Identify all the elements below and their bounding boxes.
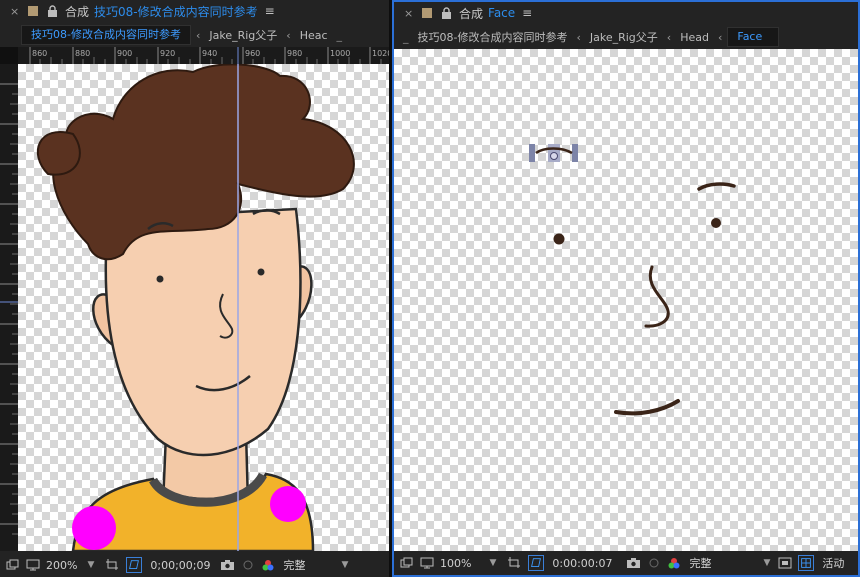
chevron-left-icon: ‹ <box>576 30 581 44</box>
resolution-dropdown[interactable]: 完整 ▼ <box>689 555 770 571</box>
chevron-left-icon: ‹ <box>286 28 291 42</box>
vertical-ruler[interactable] <box>0 64 18 551</box>
breadcrumb: _ 技巧08-修改合成内容同时参考 ‹ Jake_Rig父子 ‹ Head ‹ … <box>394 25 858 49</box>
ruler-label: 960 <box>245 49 260 58</box>
face-artwork <box>529 144 736 416</box>
composition-name-tab[interactable]: Face <box>488 6 515 20</box>
chevron-left-icon: ‹ <box>666 30 672 44</box>
camera-icon[interactable] <box>626 557 641 569</box>
chevron-left-icon: ‹ <box>195 28 201 42</box>
label-color-swatch[interactable] <box>28 6 38 16</box>
camera-icon[interactable] <box>220 559 235 571</box>
timecode[interactable]: 0:00:00:07 <box>552 557 612 570</box>
composition-viewer[interactable] <box>18 64 389 551</box>
ruler-label: 900 <box>117 49 132 58</box>
ruler-label: 980 <box>287 49 302 58</box>
chevron-down-icon: ▼ <box>341 560 349 570</box>
chevron-down-icon: ▼ <box>87 560 95 570</box>
close-icon[interactable]: × <box>404 7 416 20</box>
panel-title-bar: × 合成 技巧08-修改合成内容同时参考 ≡ <box>0 0 389 22</box>
panel-title-bar: × 合成 Face ≡ <box>394 2 858 24</box>
show-snapshot-icon[interactable] <box>647 557 661 569</box>
composition-panel-left: × 合成 技巧08-修改合成内容同时参考 ≡ 技巧08-修改合成内容同时参考 ‹… <box>0 0 389 577</box>
magenta-marker[interactable] <box>270 486 306 522</box>
color-channels-icon[interactable] <box>667 557 681 570</box>
timecode[interactable]: 0;00;00;09 <box>150 559 210 572</box>
resolution-value: 完整 <box>689 557 712 570</box>
breadcrumb: 技巧08-修改合成内容同时参考 ‹ Jake_Rig父子 ‹ Heac _ <box>0 23 389 47</box>
lock-icon[interactable] <box>47 5 58 17</box>
viewer-toolbar: 200% ▼ 0;00;00;09 完整 ▼ <box>0 553 389 577</box>
panel-type-label: 合成 <box>65 4 90 19</box>
region-of-interest-icon[interactable] <box>104 558 120 572</box>
chevron-down-icon: ▼ <box>489 558 497 568</box>
ruler-label: 940 <box>202 49 217 58</box>
transparency-grid-icon[interactable] <box>126 557 143 573</box>
breadcrumb-item[interactable]: Jake_Rig父子 <box>586 29 662 45</box>
lock-icon[interactable] <box>441 7 452 19</box>
zoom-dropdown[interactable]: 100% ▼ <box>440 557 496 570</box>
ruler-label: 1000 <box>330 49 350 58</box>
fast-preview-icon[interactable] <box>778 557 792 569</box>
overflow-icon[interactable]: _ <box>394 31 414 44</box>
zoom-value: 200% <box>46 558 78 572</box>
ruler-corner[interactable] <box>0 47 18 64</box>
panel-menu-icon[interactable]: ≡ <box>522 6 532 20</box>
color-channels-icon[interactable] <box>261 559 275 572</box>
magenta-marker[interactable] <box>72 506 116 550</box>
chevron-down-icon: ▼ <box>763 558 771 568</box>
breadcrumb-item[interactable]: Face <box>727 27 780 47</box>
breadcrumb-item[interactable]: Head <box>676 31 713 44</box>
chevron-left-icon: ‹ <box>717 30 723 44</box>
resolution-value: 完整 <box>283 559 306 572</box>
show-snapshot-icon[interactable] <box>241 559 255 571</box>
horizontal-ruler[interactable]: 860 880 900 920 940 960 980 1000 1020 <box>18 47 389 64</box>
transparency-grid-icon[interactable] <box>528 555 545 571</box>
region-of-interest-icon[interactable] <box>506 556 522 570</box>
breadcrumb-item[interactable]: 技巧08-修改合成内容同时参考 <box>414 29 572 45</box>
composition-viewer[interactable] <box>394 49 858 553</box>
ruler-label: 860 <box>32 49 47 58</box>
anchor-point-handle[interactable] <box>529 144 578 162</box>
breadcrumb-item[interactable]: Jake_Rig父子 <box>205 27 281 43</box>
ruler-label: 880 <box>75 49 90 58</box>
layers-icon[interactable] <box>400 557 414 569</box>
viewer-toolbar: 100% ▼ 0:00:00:07 完整 ▼ 活动 <box>394 551 858 575</box>
layers-icon[interactable] <box>6 559 20 571</box>
close-icon[interactable]: × <box>10 5 22 18</box>
resolution-dropdown[interactable]: 完整 ▼ <box>283 557 348 573</box>
monitor-icon[interactable] <box>26 559 40 571</box>
composition-panel-right: × 合成 Face ≡ _ 技巧08-修改合成内容同时参考 ‹ Jake_Rig… <box>392 0 860 577</box>
composition-name-tab[interactable]: 技巧08-修改合成内容同时参考 <box>94 3 258 20</box>
panel-type-label: 合成 <box>459 6 484 21</box>
character-artwork <box>36 64 355 551</box>
monitor-icon[interactable] <box>420 557 434 569</box>
grid-overlay-icon[interactable] <box>798 555 815 571</box>
active-camera-dropdown[interactable]: 活动 <box>822 555 844 571</box>
label-color-swatch[interactable] <box>422 8 432 18</box>
ruler-label: 920 <box>160 49 175 58</box>
zoom-dropdown[interactable]: 200% ▼ <box>46 559 94 572</box>
breadcrumb-item[interactable]: Heac <box>296 29 332 42</box>
breadcrumb-item[interactable]: 技巧08-修改合成内容同时参考 <box>21 25 191 45</box>
zoom-value: 100% <box>440 556 472 570</box>
panel-menu-icon[interactable]: ≡ <box>265 4 275 18</box>
overflow-icon[interactable]: _ <box>332 29 348 42</box>
ruler-label: 1020 <box>372 49 389 58</box>
